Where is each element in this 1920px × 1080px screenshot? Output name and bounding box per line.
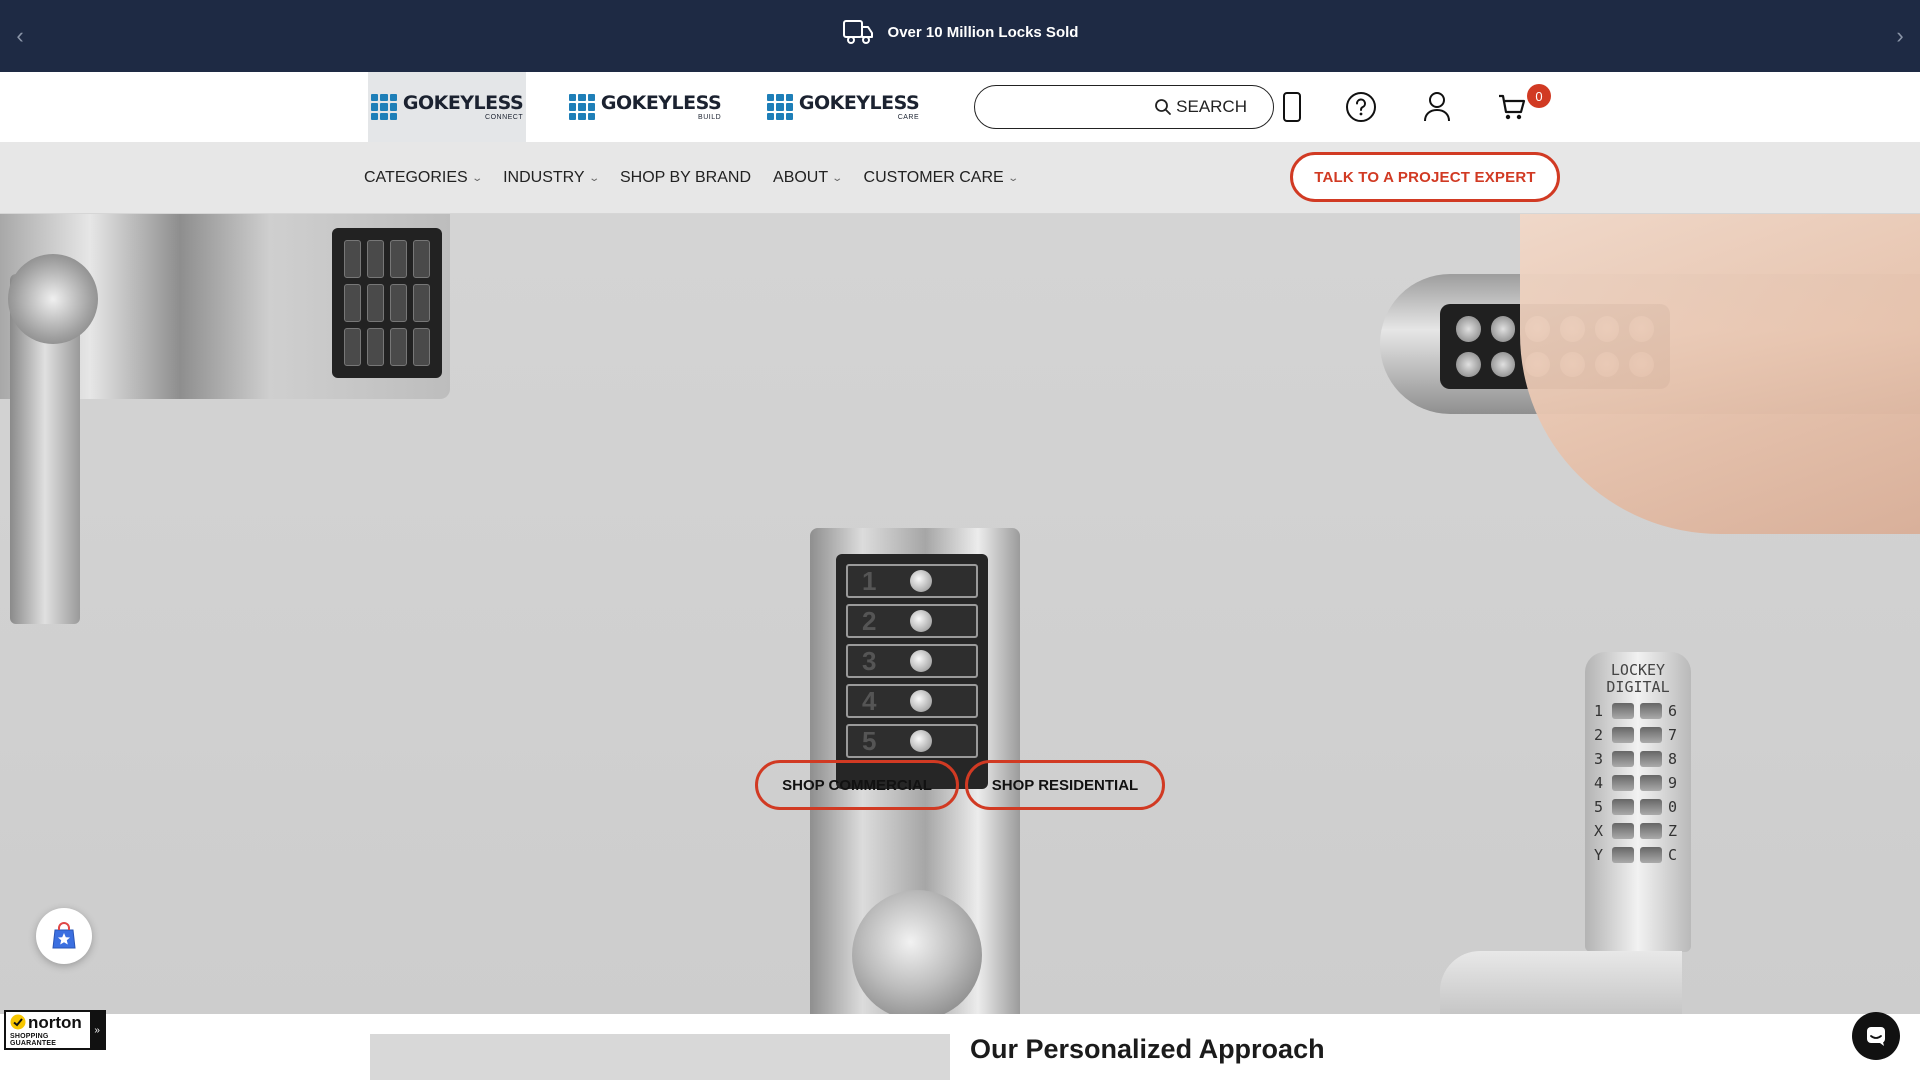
account-button[interactable] xyxy=(1419,89,1455,125)
search-bar: SEARCH xyxy=(974,85,1274,129)
phone-icon xyxy=(1283,92,1301,122)
nav-item-industry[interactable]: INDUSTRY ⌄ xyxy=(503,169,600,187)
section-title: Our Personalized Approach xyxy=(970,1034,1325,1064)
announcement-text: Over 10 Million Locks Sold xyxy=(887,23,1079,41)
search-input[interactable] xyxy=(991,94,1141,120)
search-icon xyxy=(1155,99,1172,115)
gokeyless-logo-icon xyxy=(766,94,793,120)
chevron-down-icon: ⌄ xyxy=(587,172,600,184)
cart-count-badge: 0 xyxy=(1527,84,1551,108)
lock-key-label: Z xyxy=(1668,822,1678,840)
approach-image xyxy=(370,1034,950,1080)
nav-item-about[interactable]: ABOUT ⌄ xyxy=(773,169,844,187)
chevron-down-icon: ⌄ xyxy=(831,172,844,184)
previous-announcement-arrow-icon[interactable]: ‹ xyxy=(8,23,32,48)
brand-name: GOKEYLESS xyxy=(402,91,524,114)
rewards-widget-button[interactable] xyxy=(36,908,92,964)
hand-image xyxy=(1520,214,1920,534)
chevron-down-icon: ⌄ xyxy=(471,172,483,184)
brand-sub: BUILD xyxy=(698,113,722,121)
lock-key-label: X xyxy=(1594,822,1604,840)
lock-digit: 5 xyxy=(862,725,877,756)
nav-item-label: CUSTOMER CARE xyxy=(863,169,1004,186)
lock-brand-line: DIGITAL xyxy=(1606,678,1670,696)
lock-key-label: 4 xyxy=(1594,774,1604,792)
nav-item-customer-care[interactable]: CUSTOMER CARE ⌄ xyxy=(863,169,1019,187)
site-header: GOKEYLESS CONNECT GOKEYLESS BUILD GOKEYL… xyxy=(0,72,1920,142)
lock-key-label: 8 xyxy=(1668,750,1678,768)
knob-image xyxy=(852,890,982,1014)
chat-icon xyxy=(1867,1027,1885,1046)
user-icon xyxy=(1424,92,1450,122)
lock-key-label: 3 xyxy=(1594,750,1604,768)
help-button[interactable] xyxy=(1343,89,1379,125)
announcement-message: Over 10 Million Locks Sold xyxy=(842,18,1079,46)
gokeyless-logo-icon xyxy=(370,94,397,120)
nav-item-label: ABOUT xyxy=(773,169,829,186)
lockey-digital-label: LOCKEY DIGITAL xyxy=(1585,662,1691,696)
shopping-cart-icon xyxy=(1499,94,1526,120)
keypad-image xyxy=(332,228,442,378)
lock-digit: 1 xyxy=(862,565,877,596)
brand-sub: CARE xyxy=(897,113,920,121)
next-announcement-arrow-icon[interactable]: › xyxy=(1888,23,1912,48)
lock-digit: 3 xyxy=(862,645,877,676)
shop-commercial-button[interactable]: SHOP COMMERCIAL xyxy=(755,760,959,810)
lock-brand-line: LOCKEY xyxy=(1610,661,1666,679)
brand-logo-build[interactable]: GOKEYLESS BUILD xyxy=(566,72,724,142)
nav-item-categories[interactable]: CATEGORIES ⌄ xyxy=(364,169,483,187)
question-icon xyxy=(1346,92,1376,122)
lock-digit: 4 xyxy=(862,685,877,716)
main-navigation: CATEGORIES ⌄ INDUSTRY ⌄ SHOP BY BRAND AB… xyxy=(0,142,1920,214)
lock-key-label: 0 xyxy=(1668,798,1678,816)
checkmark-icon xyxy=(10,1014,26,1030)
lock-key-label: C xyxy=(1668,846,1678,864)
cart-button[interactable] xyxy=(1494,89,1530,125)
push-button-panel-image: 1 2 3 4 5 xyxy=(836,554,988,789)
shopping-bag-star-icon xyxy=(52,922,76,949)
chevron-right-icon: » xyxy=(90,1012,104,1048)
talk-to-expert-button[interactable]: TALK TO A PROJECT EXPERT xyxy=(1290,152,1560,202)
norton-name: norton xyxy=(28,1012,82,1032)
chevron-down-icon: ⌄ xyxy=(1007,172,1019,184)
hero-banner: 1 2 3 4 5 LOCKEY DIGITAL 1 6 2 7 3 8 4 9 5 0 … xyxy=(0,214,1920,1014)
brand-name: GOKEYLESS xyxy=(798,91,920,114)
shop-residential-button[interactable]: SHOP RESIDENTIAL xyxy=(965,760,1165,810)
key-cylinder-image xyxy=(8,254,98,344)
gokeyless-logo-icon xyxy=(568,94,595,120)
lock-digit: 2 xyxy=(862,605,877,636)
norton-shopping-guarantee-badge[interactable]: norton SHOPPING GUARANTEE » xyxy=(4,1010,106,1050)
lock-key-label: 1 xyxy=(1594,702,1604,720)
search-button-label: SEARCH xyxy=(1176,97,1247,116)
brand-logo-care[interactable]: GOKEYLESS CARE xyxy=(764,72,922,142)
lockey-keys-image: 1 6 2 7 3 8 4 9 5 0 X Z Y C xyxy=(1594,702,1684,864)
nav-item-shop-by-brand[interactable]: SHOP BY BRAND xyxy=(620,169,751,187)
truck-icon xyxy=(842,20,873,44)
lock-key-label: 2 xyxy=(1594,726,1604,744)
lock-key-label: 6 xyxy=(1668,702,1678,720)
brand-name: GOKEYLESS xyxy=(600,91,722,114)
lock-key-label: Y xyxy=(1594,846,1604,864)
nav-item-label: SHOP BY BRAND xyxy=(620,169,752,186)
lock-key-label: 5 xyxy=(1594,798,1604,816)
announcement-bar: ‹ Over 10 Million Locks Sold › xyxy=(0,0,1920,72)
brand-sub: CONNECT xyxy=(485,113,524,121)
brand-logo-connect[interactable]: GOKEYLESS CONNECT xyxy=(368,72,526,142)
chat-launcher-button[interactable] xyxy=(1852,1012,1900,1060)
phone-button[interactable] xyxy=(1274,89,1310,125)
nav-item-label: INDUSTRY xyxy=(503,169,585,186)
nav-item-label: CATEGORIES xyxy=(364,169,468,186)
lever-image xyxy=(1440,951,1682,1014)
search-button[interactable]: SEARCH xyxy=(1154,97,1247,117)
norton-subtitle: SHOPPING GUARANTEE xyxy=(10,1032,57,1047)
lock-key-label: 9 xyxy=(1668,774,1678,792)
lock-key-label: 7 xyxy=(1668,726,1678,744)
